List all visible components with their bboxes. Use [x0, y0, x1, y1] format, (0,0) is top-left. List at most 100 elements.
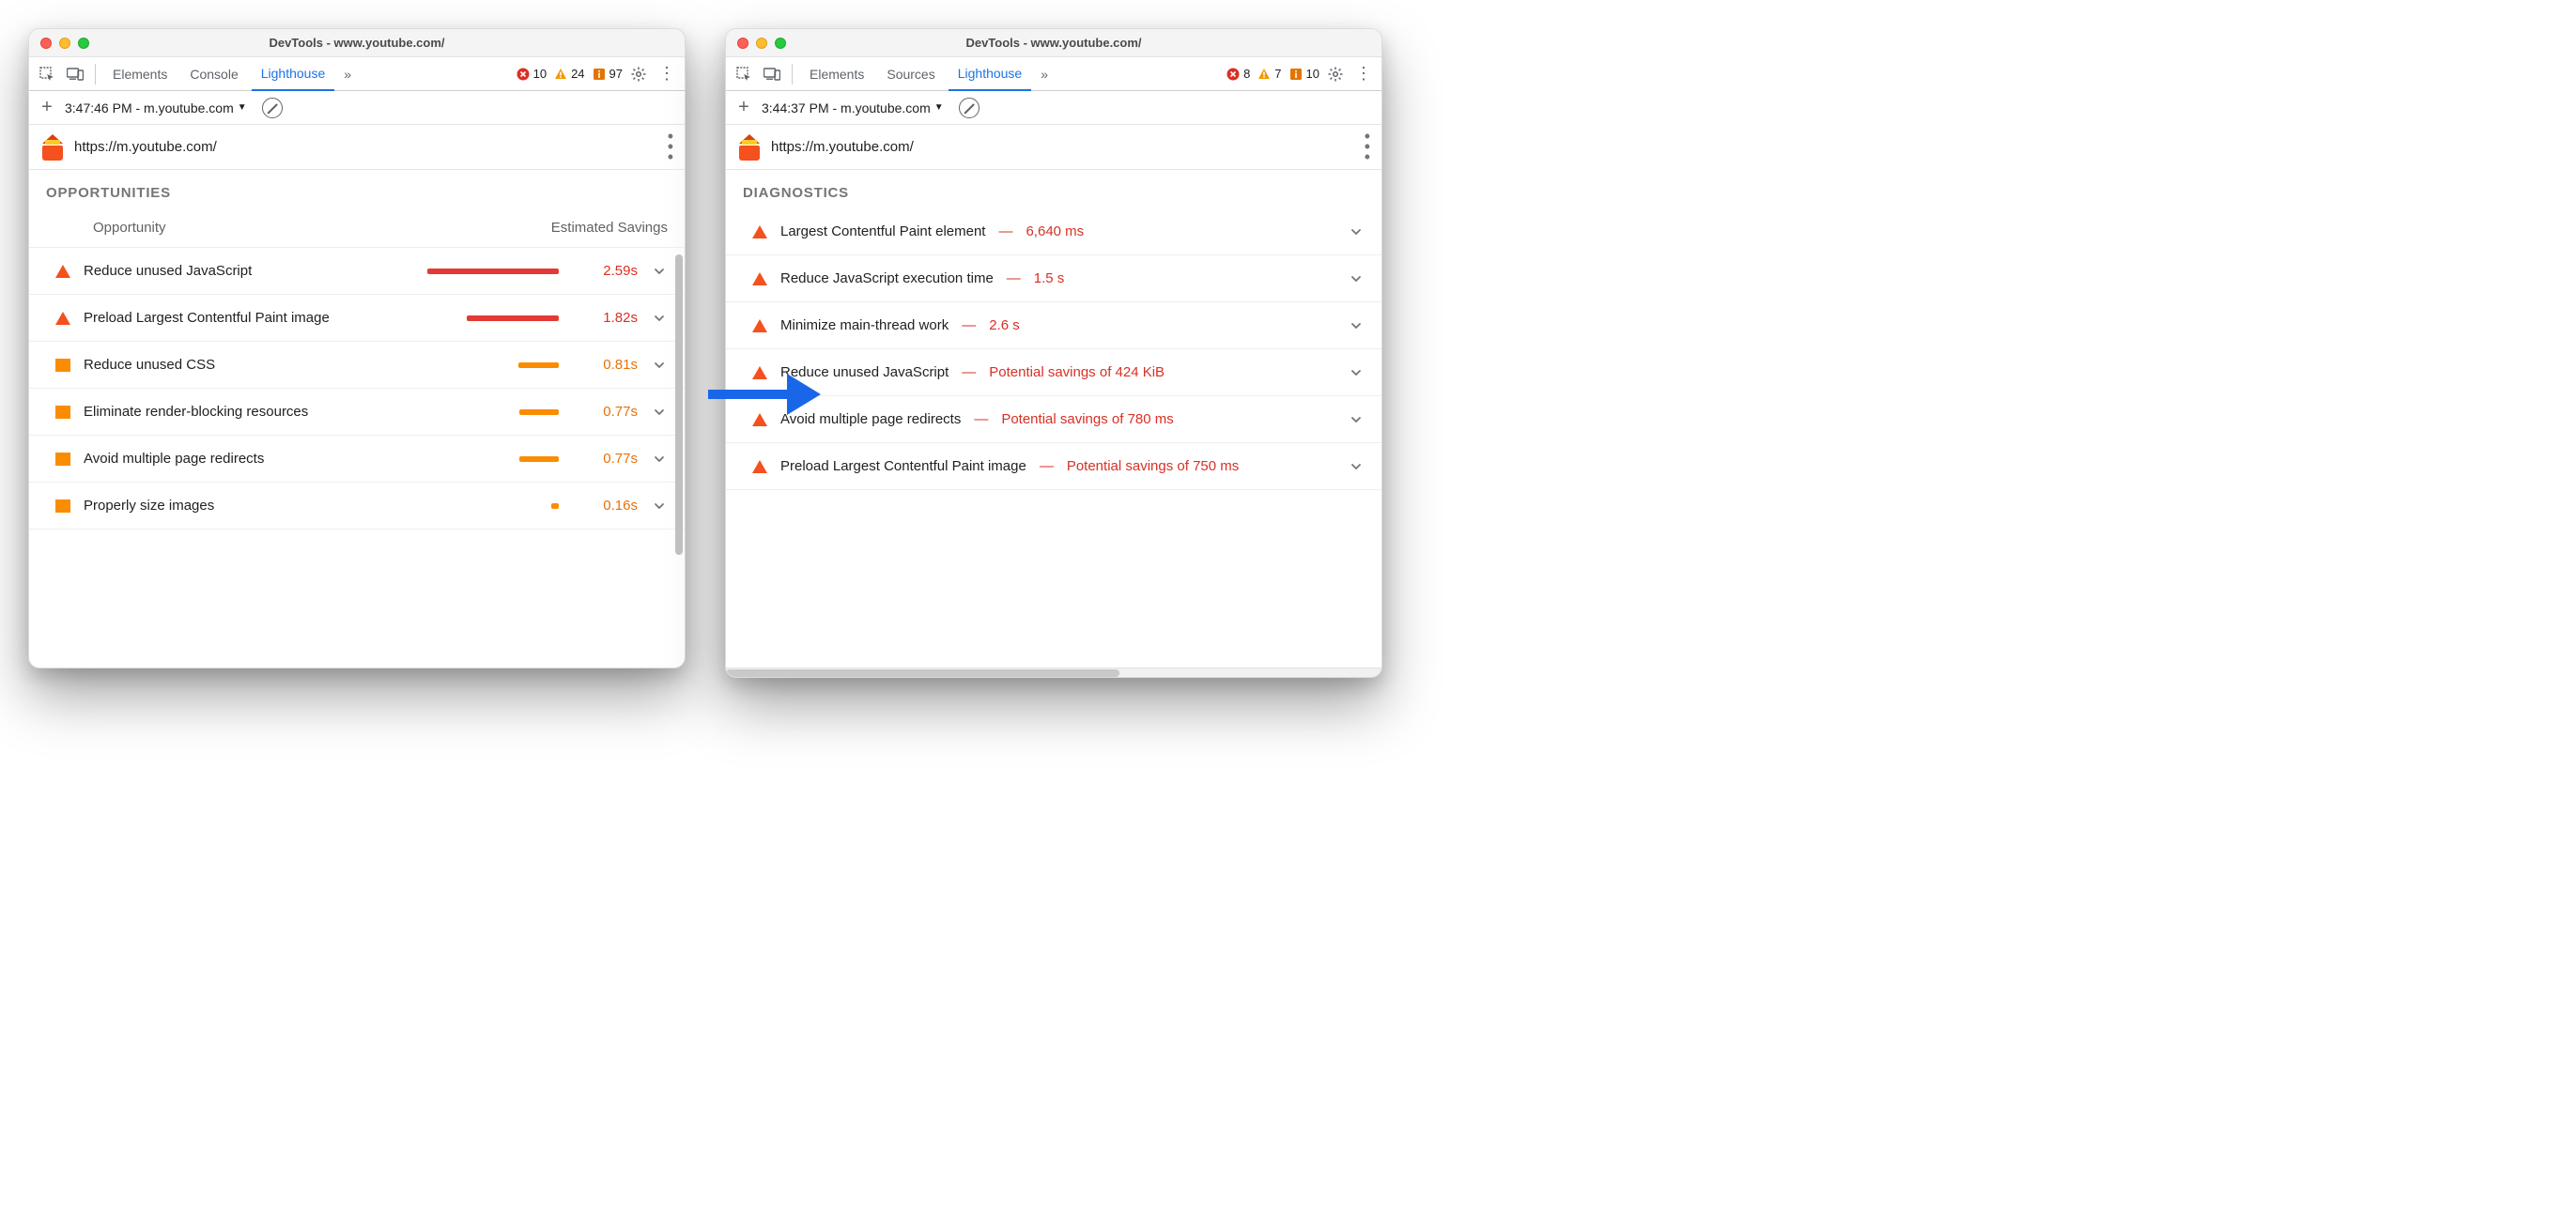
diagnostic-label: Reduce JavaScript execution time [780, 270, 994, 286]
window-title: DevTools - www.youtube.com/ [29, 36, 685, 50]
savings-value: 0.16s [572, 498, 638, 514]
report-selector[interactable]: 3:44:37 PM - m.youtube.com ▼ [762, 100, 944, 115]
chevron-down-icon[interactable] [651, 406, 668, 419]
scrollbar[interactable] [675, 254, 683, 658]
devtools-window-right: DevTools - www.youtube.com/ Elements Sou… [725, 28, 1382, 678]
chevron-down-icon[interactable] [1348, 413, 1365, 426]
error-icon [1226, 68, 1240, 81]
tabs-overflow[interactable]: » [338, 57, 357, 91]
new-report-button[interactable]: + [37, 97, 57, 118]
triangle-red-icon [752, 413, 767, 426]
errors-badge[interactable]: 10 [517, 67, 547, 81]
errors-badge[interactable]: 8 [1226, 67, 1250, 81]
new-report-button[interactable]: + [733, 97, 754, 118]
savings-bar [427, 456, 559, 462]
diagnostic-metric: 6,640 ms [1026, 223, 1084, 239]
chevron-down-icon[interactable] [651, 453, 668, 466]
column-opportunity: Opportunity [93, 220, 551, 236]
triangle-red-icon [752, 319, 767, 332]
tabstrip: Elements Sources Lighthouse » 8 7 [726, 57, 1381, 91]
opportunity-row[interactable]: Reduce unused CSS 0.81s [29, 342, 685, 389]
tab-sources[interactable]: Sources [877, 57, 944, 91]
triangle-red-icon [752, 225, 767, 238]
chevron-down-icon[interactable] [1348, 225, 1365, 238]
comparison-arrow-icon [708, 376, 821, 413]
opportunity-row[interactable]: Properly size images 0.16s [29, 483, 685, 530]
savings-bar [427, 362, 559, 368]
info-badge[interactable]: 10 [1289, 67, 1319, 81]
diagnostic-label: Preload Largest Contentful Paint image [780, 458, 1026, 474]
chevron-down-icon[interactable] [651, 265, 668, 278]
titlebar: DevTools - www.youtube.com/ [726, 29, 1381, 57]
opportunity-label: Properly size images [84, 498, 414, 514]
diagnostic-row[interactable]: Reduce JavaScript execution time—1.5 s [726, 255, 1381, 302]
settings-icon[interactable] [626, 62, 651, 86]
inspect-element-icon[interactable] [732, 62, 756, 86]
dropdown-icon: ▼ [238, 102, 247, 113]
issue-badges[interactable]: 10 24 97 [517, 67, 623, 81]
opportunity-row[interactable]: Reduce unused JavaScript2.59s [29, 248, 685, 295]
tab-lighthouse[interactable]: Lighthouse [949, 57, 1032, 91]
chevron-down-icon[interactable] [651, 499, 668, 513]
savings-value: 2.59s [572, 263, 638, 279]
lighthouse-logo-icon [739, 134, 760, 161]
tabs-overflow[interactable]: » [1035, 57, 1054, 91]
diagnostic-row[interactable]: Reduce unused JavaScript—Potential savin… [726, 349, 1381, 396]
chevron-down-icon[interactable] [651, 312, 668, 325]
clear-report-button[interactable] [959, 98, 979, 118]
info-badge[interactable]: 97 [593, 67, 623, 81]
info-icon [1289, 68, 1303, 81]
metric-separator: — [1007, 270, 1021, 286]
issue-badges[interactable]: 8 7 10 [1226, 67, 1319, 81]
more-icon[interactable]: ⋮ [655, 62, 679, 86]
report-content: DIAGNOSTICS Largest Contentful Paint ele… [726, 170, 1381, 668]
savings-value: 0.77s [572, 404, 638, 420]
report-selector[interactable]: 3:47:46 PM - m.youtube.com ▼ [65, 100, 247, 115]
chevron-down-icon[interactable] [651, 359, 668, 372]
triangle-red-icon [752, 272, 767, 285]
chevron-down-icon[interactable] [1348, 319, 1365, 332]
report-selector-label: 3:44:37 PM - m.youtube.com [762, 100, 931, 115]
tab-console[interactable]: Console [180, 57, 247, 91]
opportunity-label: Reduce unused CSS [84, 357, 414, 373]
metric-separator: — [974, 411, 988, 427]
more-icon[interactable]: ⋮ [1351, 62, 1376, 86]
diagnostic-label: Largest Contentful Paint element [780, 223, 985, 239]
device-toolbar-icon[interactable] [760, 62, 784, 86]
opportunity-row[interactable]: Avoid multiple page redirects 0.77s [29, 436, 685, 483]
opportunity-row[interactable]: Eliminate render-blocking resources0.77s [29, 389, 685, 436]
chevron-down-icon[interactable] [1348, 366, 1365, 379]
lighthouse-logo-icon [42, 134, 63, 161]
warnings-badge[interactable]: 24 [554, 67, 584, 81]
savings-value: 0.77s [572, 451, 638, 467]
diagnostic-row[interactable]: Minimize main-thread work—2.6 s [726, 302, 1381, 349]
section-opportunities: OPPORTUNITIES [29, 170, 685, 208]
horizontal-scrollbar[interactable] [726, 668, 1381, 677]
opportunity-row[interactable]: Preload Largest Contentful Paint image1.… [29, 295, 685, 342]
diagnostic-row[interactable]: Largest Contentful Paint element — 6,640 m… [726, 208, 1381, 255]
savings-value: 0.81s [572, 357, 638, 373]
savings-bar [427, 315, 559, 321]
opportunity-label: Avoid multiple page redirects [84, 451, 414, 467]
section-diagnostics: DIAGNOSTICS [726, 170, 1381, 208]
tab-lighthouse[interactable]: Lighthouse [252, 57, 335, 91]
device-toolbar-icon[interactable] [63, 62, 87, 86]
report-menu-icon[interactable]: ••• [668, 131, 673, 161]
chevron-down-icon[interactable] [1348, 272, 1365, 285]
dropdown-icon: ▼ [934, 102, 944, 113]
chevron-down-icon[interactable] [1348, 460, 1365, 473]
tab-elements[interactable]: Elements [800, 57, 873, 91]
settings-icon[interactable] [1323, 62, 1348, 86]
diagnostic-metric: 2.6 s [989, 317, 1020, 333]
warnings-badge[interactable]: 7 [1257, 67, 1281, 81]
metric-separator: — [998, 223, 1012, 239]
diagnostic-row[interactable]: Preload Largest Contentful Paint image—P… [726, 443, 1381, 490]
diagnostic-label: Minimize main-thread work [780, 317, 949, 333]
inspect-element-icon[interactable] [35, 62, 59, 86]
diagnostic-row[interactable]: Avoid multiple page redirects—Potential … [726, 396, 1381, 443]
report-url: https://m.youtube.com/ [74, 139, 217, 155]
report-menu-icon[interactable]: ••• [1365, 131, 1370, 161]
opportunity-label: Preload Largest Contentful Paint image [84, 310, 414, 326]
clear-report-button[interactable] [262, 98, 283, 118]
tab-elements[interactable]: Elements [103, 57, 177, 91]
